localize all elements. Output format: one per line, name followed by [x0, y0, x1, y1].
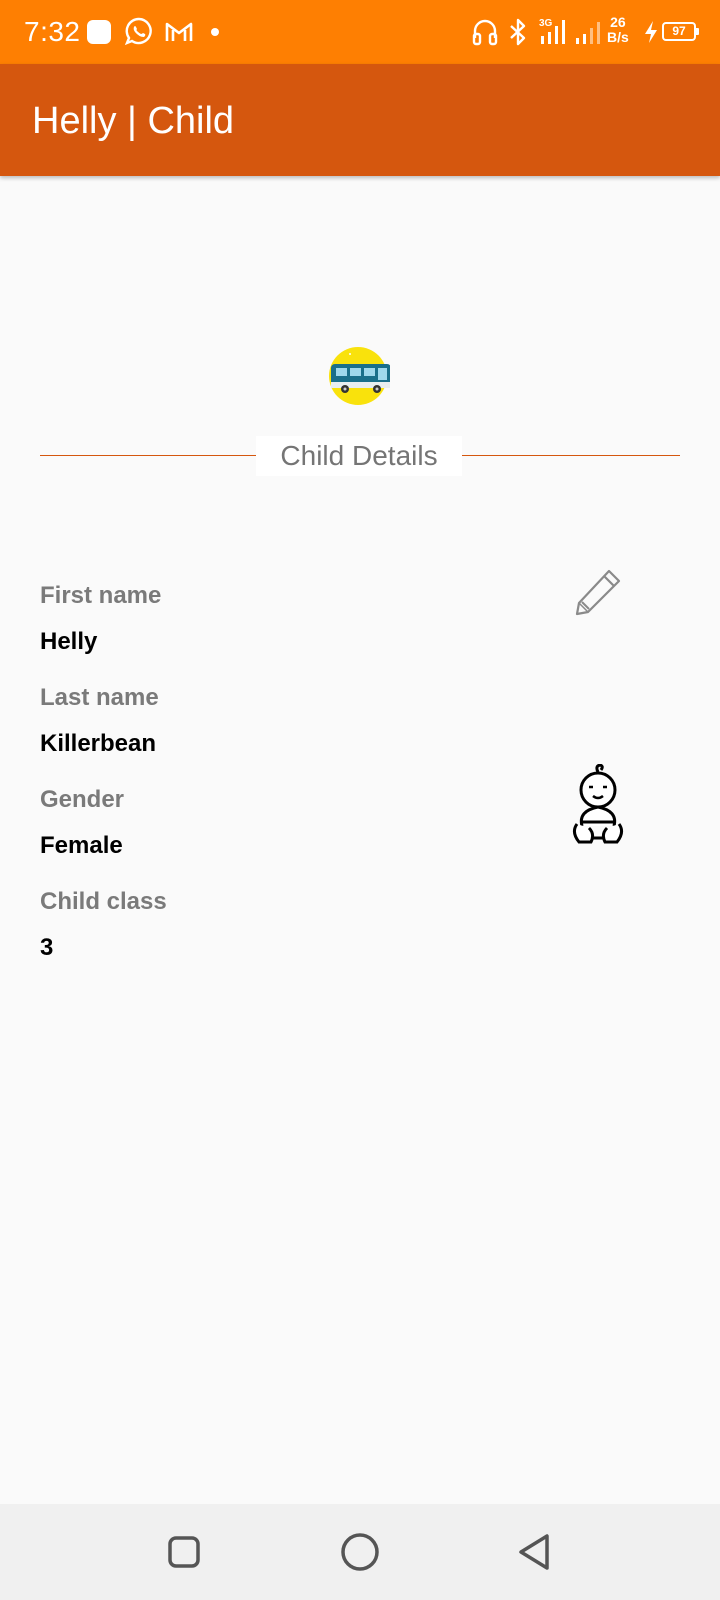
child-class-value: 3 [40, 934, 54, 961]
page-title: Helly | Child [32, 100, 235, 142]
divider-right [462, 455, 680, 456]
app-bar: Helly | Child [0, 64, 720, 176]
status-bar: 7:32 3G 26 B/s 97 [0, 0, 720, 64]
whatsapp-icon [124, 17, 152, 46]
baby-icon [572, 764, 624, 844]
first-name-label: First name [40, 582, 162, 609]
app-icon [87, 20, 111, 44]
network-speed-value: 26 [610, 14, 626, 30]
status-time: 7:32 [24, 16, 81, 47]
gender-label: Gender [40, 786, 125, 813]
notification-dot-icon [211, 28, 219, 36]
svg-text:3G: 3G [539, 18, 553, 29]
divider-left [40, 455, 256, 456]
section-title: Child Details [256, 436, 462, 476]
back-button[interactable] [512, 1528, 560, 1576]
charging-icon [645, 21, 657, 43]
navigation-bar [0, 1504, 720, 1600]
home-button[interactable] [336, 1528, 384, 1576]
last-name-label: Last name [40, 684, 159, 711]
child-class-label: Child class [40, 888, 167, 915]
gmail-icon [165, 22, 193, 41]
last-name-value: Killerbean [40, 730, 157, 757]
first-name-value: Helly [40, 628, 98, 655]
gender-value: Female [40, 832, 123, 859]
school-bus-logo [329, 347, 390, 405]
battery-icon: 97 [662, 22, 699, 41]
signal-icon [576, 22, 600, 44]
recents-button[interactable] [160, 1528, 208, 1576]
network-speed: 26 B/s [607, 15, 629, 45]
signal-3g-icon: 3G [539, 18, 565, 44]
bluetooth-icon [510, 18, 526, 46]
pencil-icon[interactable] [574, 566, 624, 616]
network-speed-unit: B/s [607, 29, 629, 45]
headphones-icon [472, 19, 498, 46]
